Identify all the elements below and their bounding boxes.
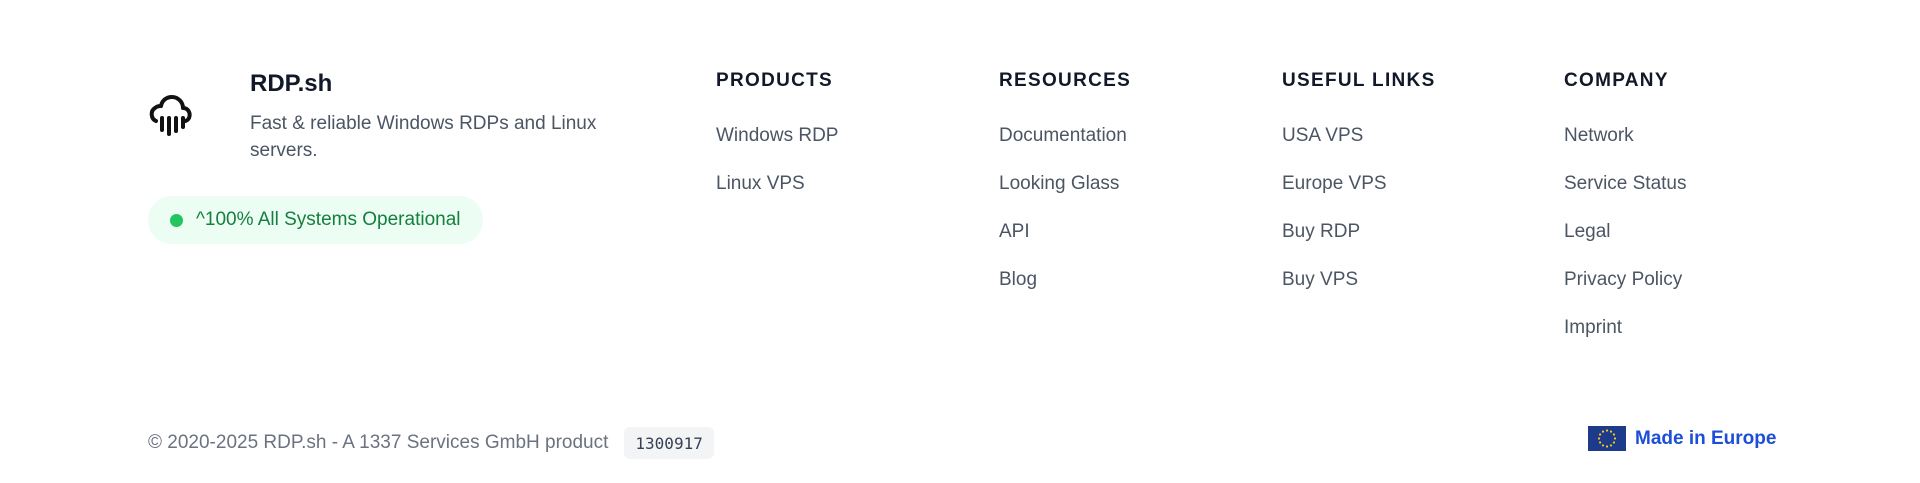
column-title: USEFUL LINKS bbox=[1282, 70, 1436, 91]
footer-column-products: PRODUCTS Windows RDP Linux VPS bbox=[716, 70, 838, 194]
eu-star-icon bbox=[1601, 444, 1605, 447]
link-network[interactable]: Network bbox=[1564, 125, 1634, 146]
link-blog[interactable]: Blog bbox=[999, 269, 1037, 290]
link-imprint[interactable]: Imprint bbox=[1564, 317, 1622, 338]
link-service-status[interactable]: Service Status bbox=[1564, 173, 1687, 194]
status-text: ^100% All Systems Operational bbox=[196, 209, 461, 230]
link-buy-rdp[interactable]: Buy RDP bbox=[1282, 221, 1360, 242]
eu-star-icon bbox=[1601, 430, 1605, 433]
link-privacy-policy[interactable]: Privacy Policy bbox=[1564, 269, 1682, 290]
link-documentation[interactable]: Documentation bbox=[999, 125, 1127, 146]
eu-star-icon bbox=[1597, 437, 1601, 440]
column-title: COMPANY bbox=[1564, 70, 1669, 91]
footer-bottom-left: © 2020-2025 RDP.sh - A 1337 Services Gmb… bbox=[148, 427, 714, 459]
eu-star-icon bbox=[1609, 430, 1613, 433]
made-in-europe-label: Made in Europe bbox=[1635, 427, 1777, 449]
column-title: PRODUCTS bbox=[716, 70, 834, 91]
status-dot-icon bbox=[170, 213, 183, 227]
eu-star-icon bbox=[1612, 441, 1616, 444]
made-in-europe-link[interactable]: Made in Europe bbox=[1588, 426, 1776, 451]
eu-star-icon bbox=[1605, 429, 1609, 432]
status-badge[interactable]: ^100% All Systems Operational bbox=[148, 196, 483, 244]
link-europe-vps[interactable]: Europe VPS bbox=[1282, 173, 1387, 194]
footer-column-company: COMPANY Network Service Status Legal Pri… bbox=[1564, 70, 1687, 338]
brand-description: Fast & reliable Windows RDPs and Linux s… bbox=[250, 113, 597, 161]
build-number-badge: 1300917 bbox=[624, 427, 714, 459]
eu-star-icon bbox=[1598, 433, 1602, 436]
eu-star-icon bbox=[1609, 444, 1613, 447]
link-linux-vps[interactable]: Linux VPS bbox=[716, 173, 805, 194]
column-title: RESOURCES bbox=[999, 70, 1132, 91]
eu-star-icon bbox=[1613, 437, 1617, 440]
link-windows-rdp[interactable]: Windows RDP bbox=[716, 125, 838, 146]
link-legal[interactable]: Legal bbox=[1564, 221, 1611, 242]
link-looking-glass[interactable]: Looking Glass bbox=[999, 173, 1119, 194]
copyright-text: © 2020-2025 RDP.sh - A 1337 Services Gmb… bbox=[148, 432, 609, 453]
footer-column-resources: RESOURCES Documentation Looking Glass AP… bbox=[999, 70, 1131, 290]
eu-star-icon bbox=[1605, 445, 1609, 448]
brand-name[interactable]: RDP.sh bbox=[250, 70, 332, 98]
eu-star-icon bbox=[1598, 441, 1602, 444]
footer-column-useful-links: USEFUL LINKS USA VPS Europe VPS Buy RDP … bbox=[1282, 70, 1436, 290]
cloud-rain-icon bbox=[149, 95, 192, 136]
link-usa-vps[interactable]: USA VPS bbox=[1282, 125, 1363, 146]
link-buy-vps[interactable]: Buy VPS bbox=[1282, 269, 1358, 290]
link-api[interactable]: API bbox=[999, 221, 1030, 242]
eu-flag-icon bbox=[1588, 426, 1626, 451]
eu-star-icon bbox=[1612, 433, 1616, 436]
